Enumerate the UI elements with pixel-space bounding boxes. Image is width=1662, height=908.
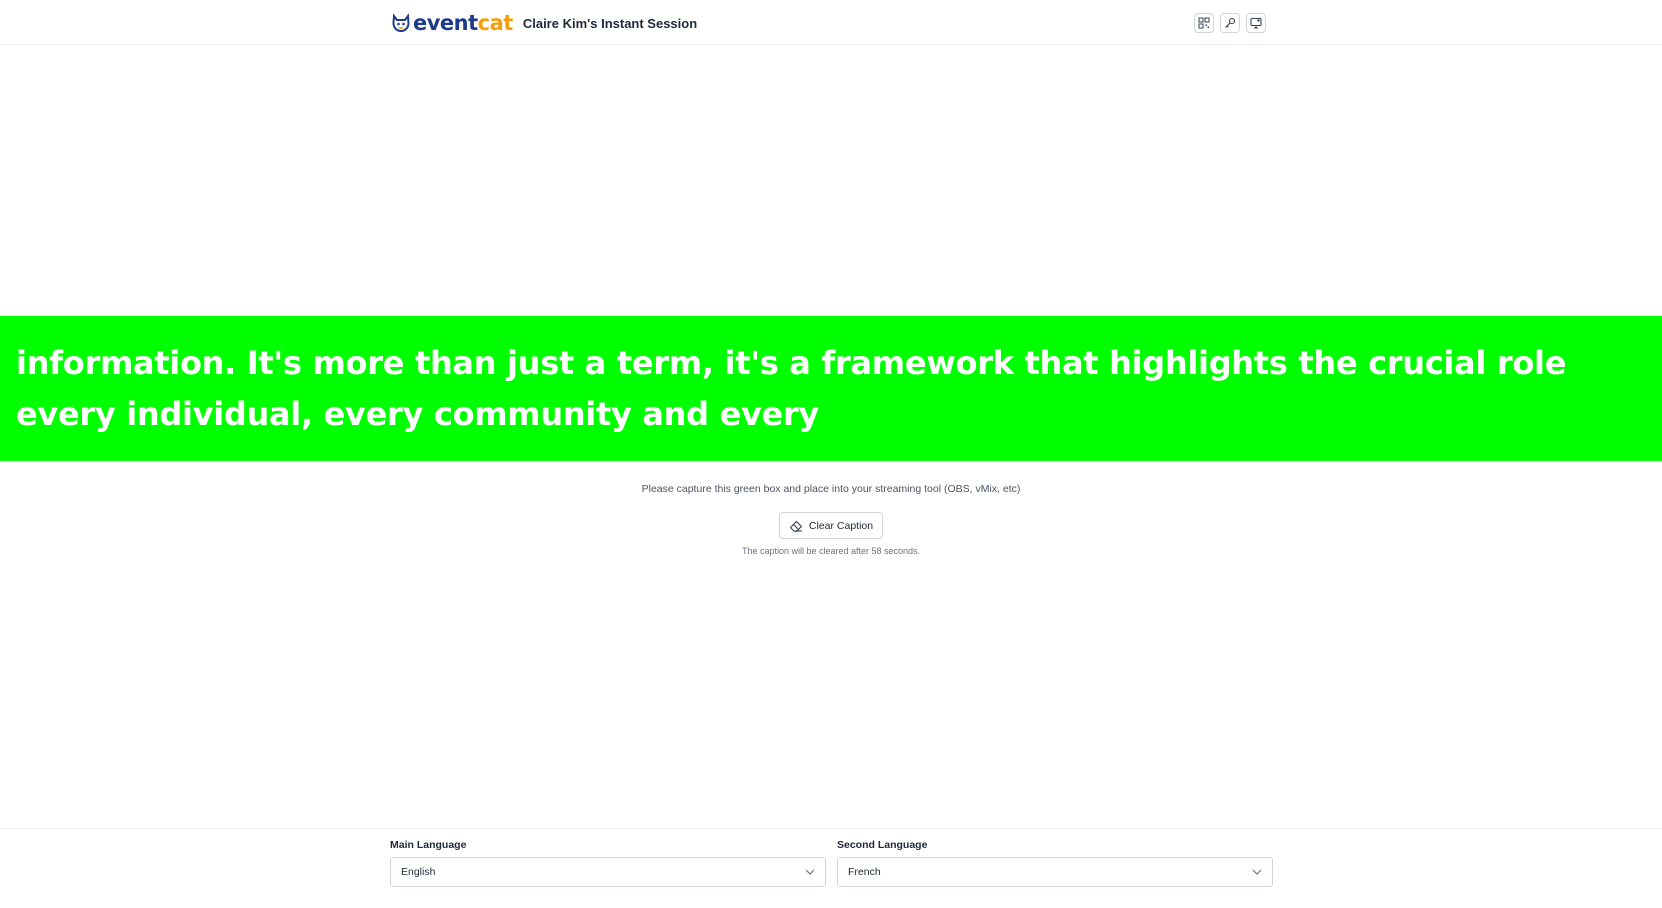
- language-footer: Main Language English Second Language Fr…: [0, 828, 1662, 908]
- second-language-label: Second Language: [837, 839, 928, 851]
- brand: event cat Claire Kim's Instant Session: [390, 10, 697, 36]
- capture-instruction: Please capture this green box and place …: [641, 483, 1021, 495]
- caption-text: information. It's more than just a term,…: [16, 344, 1567, 433]
- main-language-select[interactable]: English: [390, 857, 826, 887]
- logo-text-cat: cat: [477, 11, 514, 35]
- chevron-down-icon: [1252, 869, 1262, 875]
- clear-timer-note: The caption will be cleared after 58 sec…: [741, 546, 921, 556]
- chevron-down-icon: [805, 869, 815, 875]
- top-bar: event cat Claire Kim's Instant Session: [0, 0, 1662, 45]
- key-button[interactable]: [1220, 13, 1240, 33]
- second-language-select[interactable]: French: [837, 857, 1273, 887]
- logo-text-event: event: [413, 11, 478, 35]
- qr-code-icon: [1198, 17, 1210, 29]
- eventcat-logo[interactable]: event cat: [390, 11, 513, 35]
- top-actions: [1194, 13, 1266, 33]
- cat-logo-icon: [392, 13, 410, 33]
- second-language-value: French: [848, 866, 881, 878]
- clear-caption-label: Clear Caption: [808, 519, 874, 532]
- clear-caption-button[interactable]: Clear Caption: [779, 512, 883, 539]
- main-language-label: Main Language: [390, 839, 467, 851]
- qr-code-button[interactable]: [1194, 13, 1214, 33]
- key-icon: [1225, 17, 1236, 28]
- monitor-button[interactable]: [1246, 13, 1266, 33]
- main-language-group: Main Language English: [390, 839, 826, 887]
- session-title: Claire Kim's Instant Session: [522, 15, 698, 31]
- caption-box: information. It's more than just a term,…: [0, 316, 1662, 461]
- monitor-icon: [1250, 17, 1262, 29]
- second-language-group: Second Language French: [837, 839, 1273, 887]
- eraser-icon: [789, 520, 802, 532]
- main-language-value: English: [401, 866, 436, 878]
